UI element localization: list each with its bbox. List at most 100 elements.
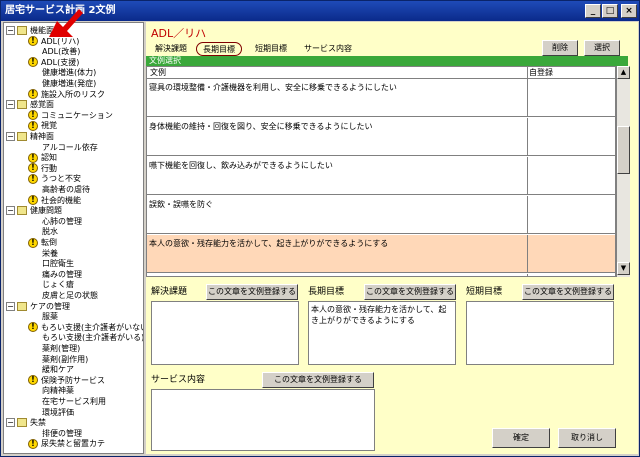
pointer-arrow-icon bbox=[49, 9, 83, 37]
warning-icon: ! bbox=[28, 152, 38, 163]
main-window: 居宅サービス計画 2文例 _ □ × − 機能面! ADL(リハ) ADL(改善)! A… bbox=[0, 0, 640, 457]
tree-item-label: 施設入所のリスク bbox=[41, 89, 105, 99]
warning-icon: ! bbox=[28, 120, 38, 131]
register-short-term-button[interactable]: この文章を文例登録する bbox=[522, 284, 614, 300]
category-tree[interactable]: − 機能面! ADL(リハ) ADL(改善)! ADL(支援) 健康増進(体力) 健康増進(… bbox=[3, 22, 144, 454]
example-grid[interactable]: 文例 自登録 寝具の環境整備・介護機器を利用し、安全に移乗できるようにしたい 身体… bbox=[146, 66, 616, 277]
service-textbox[interactable] bbox=[151, 389, 375, 451]
tree-item-label: 失禁 bbox=[30, 418, 46, 428]
maximize-button[interactable]: □ bbox=[602, 4, 618, 18]
section-title: 文例選択 bbox=[146, 56, 628, 66]
collapse-icon[interactable]: − bbox=[6, 418, 15, 428]
folder-icon bbox=[17, 100, 27, 110]
table-row[interactable]: 身体機能の維持・回復を図り、安全に移乗できるようにしたい bbox=[147, 118, 615, 156]
tree-item-label: 薬剤(副作用) bbox=[42, 354, 89, 364]
scroll-down-button[interactable]: ▼ bbox=[617, 262, 630, 275]
register-service-button[interactable]: この文章を文例登録する bbox=[262, 372, 374, 388]
tree-item-label: 健康問題 bbox=[30, 206, 62, 216]
tree-item-label: 脱水 bbox=[42, 227, 58, 237]
tree-item-label: 排便の管理 bbox=[42, 428, 82, 438]
tab-service[interactable]: サービス内容 bbox=[298, 42, 358, 56]
tree-item-label: アルコール依存 bbox=[42, 142, 98, 152]
collapse-icon[interactable]: − bbox=[6, 206, 15, 216]
warning-icon: ! bbox=[28, 110, 38, 121]
tree-item-label: 尿失禁と留置カテ bbox=[41, 439, 105, 449]
warning-icon: ! bbox=[28, 375, 38, 386]
warning-icon: ! bbox=[28, 89, 38, 100]
tree-item-label: コミュニケーション bbox=[41, 110, 113, 120]
header-divider bbox=[527, 67, 528, 79]
tree-item[interactable]: − 失禁 bbox=[6, 417, 46, 429]
row-text: 本人の意欲・残存能力を活かして、起き上がりができるようにする bbox=[149, 239, 389, 248]
tree-item[interactable]: − ケアの管理 bbox=[6, 301, 70, 313]
long-term-label: 長期目標 bbox=[308, 287, 345, 297]
register-long-term-button[interactable]: この文章を文例登録する bbox=[364, 284, 456, 300]
tree-item-label: 心肺の管理 bbox=[42, 216, 82, 226]
collapse-icon[interactable]: − bbox=[6, 132, 15, 141]
collapse-icon[interactable]: − bbox=[6, 26, 15, 35]
issue-textbox[interactable] bbox=[151, 301, 299, 365]
tree-item-label: 服薬 bbox=[42, 312, 58, 322]
warning-icon: ! bbox=[28, 237, 38, 248]
tree-item-label: 感覚面 bbox=[30, 100, 54, 110]
tab-long-term[interactable]: 長期目標 bbox=[196, 42, 242, 56]
cancel-button[interactable]: 取り消し bbox=[558, 428, 616, 448]
column-divider bbox=[527, 157, 528, 195]
tree-item-label: 保険予防サービス bbox=[41, 375, 105, 385]
column-divider bbox=[527, 274, 528, 276]
short-term-textbox[interactable] bbox=[466, 301, 614, 365]
tree-item-label: 在宅サービス利用 bbox=[42, 397, 106, 406]
delete-button[interactable]: 削除 bbox=[542, 40, 578, 56]
tree-item-label: ADL(支援) bbox=[41, 57, 80, 67]
tree-item-label: 皮膚と足の状態 bbox=[42, 291, 98, 300]
minimize-button[interactable]: _ bbox=[585, 4, 601, 18]
select-button[interactable]: 選択 bbox=[584, 40, 620, 56]
tree-item-label: 行動 bbox=[41, 163, 57, 173]
folder-icon bbox=[17, 301, 27, 311]
table-row[interactable]: 本人の意欲・残存能力を活かして、起き上がりができるようにする bbox=[147, 235, 615, 273]
tab-issue[interactable]: 解決課題 bbox=[151, 42, 191, 56]
grid-scrollbar[interactable]: ▲ ▼ bbox=[616, 66, 630, 277]
table-row[interactable]: 日常の環境整備・介護機器を利用し、起き上がりができるようにする bbox=[147, 274, 615, 276]
tab-short-term[interactable]: 短期目標 bbox=[250, 42, 292, 56]
table-row[interactable]: 嚥下機能を回復し、飲み込みができるようにしたい bbox=[147, 157, 615, 195]
tree-item-label: 向精神薬 bbox=[42, 386, 74, 396]
tree-item-label: 社会的機能 bbox=[41, 195, 81, 205]
tree-item-label: 精神面 bbox=[30, 132, 54, 141]
title-bar: 居宅サービス計画 2文例 _ □ × bbox=[1, 1, 639, 21]
scroll-up-button[interactable]: ▲ bbox=[617, 66, 630, 79]
tree-item-label: 痛みの管理 bbox=[42, 269, 82, 279]
tree-item[interactable]: ! 尿失禁と留置カテ bbox=[28, 438, 105, 450]
confirm-button[interactable]: 確定 bbox=[492, 428, 550, 448]
column-header-text: 文例 bbox=[150, 68, 166, 77]
short-term-label: 短期目標 bbox=[466, 287, 503, 297]
register-issue-button[interactable]: この文章を文例登録する bbox=[206, 284, 298, 300]
folder-icon bbox=[17, 418, 27, 428]
tree-item-label: 認知 bbox=[41, 153, 57, 163]
table-row[interactable]: 誤飲・誤嚥を防ぐ bbox=[147, 196, 615, 234]
tree-item-label: もろい支援(主介護者がいない) bbox=[41, 322, 144, 332]
collapse-icon[interactable]: − bbox=[6, 100, 15, 110]
tree-item-label: 視覚 bbox=[41, 121, 57, 131]
tree-item-label: ADL(改善) bbox=[42, 47, 81, 57]
collapse-icon[interactable]: − bbox=[6, 301, 15, 311]
warning-icon: ! bbox=[28, 322, 38, 333]
tree-item[interactable]: 環境評価 bbox=[42, 407, 74, 419]
tree-item-label: 健康増進(体力) bbox=[42, 68, 97, 78]
scroll-thumb[interactable] bbox=[617, 126, 630, 174]
tree-item-label: 高齢者の虐待 bbox=[42, 185, 90, 194]
row-text: 嚥下機能を回復し、飲み込みができるようにしたい bbox=[149, 161, 333, 170]
column-divider bbox=[527, 118, 528, 156]
tree-item-label: 転倒 bbox=[41, 238, 57, 247]
close-button[interactable]: × bbox=[621, 4, 637, 18]
table-row[interactable]: 寝具の環境整備・介護機器を利用し、安全に移乗できるようにしたい bbox=[147, 79, 615, 117]
long-term-textbox[interactable]: 本人の意欲・残存能力を活かして、起き上がりができるようにする bbox=[308, 301, 456, 365]
warning-icon: ! bbox=[28, 438, 38, 449]
column-divider bbox=[527, 235, 528, 273]
tree-item-label: じょく瘡 bbox=[42, 280, 74, 290]
tree-item-label: 緩和ケア bbox=[42, 365, 74, 375]
warning-icon: ! bbox=[28, 36, 38, 47]
service-label: サービス内容 bbox=[151, 375, 206, 385]
tree-item-label: 環境評価 bbox=[42, 407, 74, 417]
folder-icon bbox=[17, 132, 27, 141]
